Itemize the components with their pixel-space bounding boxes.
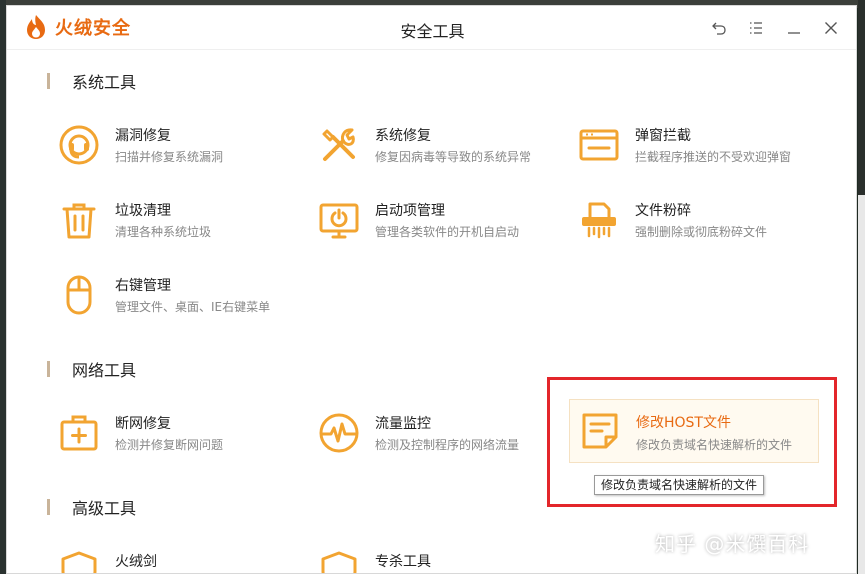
tool-description: 拦截程序推送的不受欢迎弹窗 [635,150,792,164]
tool-vulnerability-repair[interactable]: 漏洞修复 扫描并修复系统漏洞 [57,119,307,175]
minimize-button[interactable] [782,16,806,40]
first-aid-kit-icon [60,415,98,451]
tool-name: 流量监控 [375,416,431,432]
menu-button[interactable] [744,16,768,40]
security-tools-window: 火绒安全 安全工具 系统工具 漏洞修复 扫描并修复系统漏洞 系统修复 修复因病毒… [6,5,857,574]
tool-description: 检测并修复断网问题 [115,438,224,452]
back-button[interactable] [707,16,731,40]
tool-traffic-monitor[interactable]: 流量监控 检测及控制程序的网络流量 [317,407,567,463]
tool-modify-host-file[interactable]: 修改HOST文件 修改负责域名快速解析的文件 [569,399,819,463]
tool-name: 火绒剑 [115,554,157,570]
wrench-screwdriver-icon [322,128,355,161]
tooltip: 修改负责域名快速解析的文件 [594,475,765,495]
popup-window-icon [579,129,619,161]
tool-right-click-manage[interactable]: 右键管理 管理文件、桌面、IE右键菜单 [57,269,307,325]
tool-name: 系统修复 [375,128,431,144]
title-bar: 火绒安全 安全工具 [7,6,856,50]
tool-description: 管理文件、桌面、IE右键菜单 [115,300,271,314]
tool-junk-clean[interactable]: 垃圾清理 清理各种系统垃圾 [57,194,307,250]
tool-name: 垃圾清理 [115,203,171,219]
section-advanced-tools: 高级工具 [47,497,137,518]
tool-name: 修改HOST文件 [636,415,731,431]
minimize-icon [788,32,800,34]
back-arrow-icon [712,22,726,35]
note-edit-icon [582,413,618,449]
tool-special-kill[interactable]: 专杀工具 [317,545,567,573]
watermark-text: 知乎 @米馔百科 [655,532,810,556]
tool-name: 右键管理 [115,278,171,294]
tool-description: 检测及控制程序的网络流量 [375,438,520,452]
section-title: 系统工具 [72,73,137,92]
tool-system-repair[interactable]: 系统修复 修复因病毒等导致的系统异常 [317,119,567,175]
tools-content: 系统工具 漏洞修复 扫描并修复系统漏洞 系统修复 修复因病毒等导致的系统异常 弹… [7,51,856,573]
section-marker [47,499,50,515]
tool-name: 启动项管理 [375,203,445,219]
section-system-tools: 系统工具 [47,71,137,92]
tool-startup-manage[interactable]: 启动项管理 管理各类软件的开机自启动 [317,194,567,250]
shield-icon [321,551,357,573]
tool-description: 强制删除或彻底粉碎文件 [635,225,768,239]
menu-list-icon [750,22,762,34]
tool-description: 清理各种系统垃圾 [115,225,212,239]
tool-name: 断网修复 [115,416,171,432]
close-button[interactable] [819,16,843,40]
section-title: 网络工具 [72,361,137,380]
mouse-icon [66,275,92,315]
tool-description: 修改负责域名快速解析的文件 [636,438,793,452]
file-shredder-icon [582,202,616,239]
tool-popup-block[interactable]: 弹窗拦截 拦截程序推送的不受欢迎弹窗 [577,119,827,175]
tool-file-shred[interactable]: 文件粉碎 强制删除或彻底粉碎文件 [577,194,827,250]
trash-can-icon [62,203,96,239]
background-right-edge [858,0,865,574]
tool-network-repair[interactable]: 断网修复 检测并修复断网问题 [57,407,307,463]
tool-huorong-sword[interactable]: 火绒剑 [57,545,307,573]
pulse-gauge-icon [319,413,359,453]
tool-name: 弹窗拦截 [635,128,691,144]
section-marker [47,73,50,89]
tool-description: 管理各类软件的开机自启动 [375,225,520,239]
tool-description: 扫描并修复系统漏洞 [115,150,224,164]
vulnerability-repair-icon [59,125,99,165]
shield-icon [61,551,97,573]
section-title: 高级工具 [72,499,137,518]
tool-name: 漏洞修复 [115,128,171,144]
tool-name: 专杀工具 [375,554,431,570]
tool-name: 文件粉碎 [635,203,691,219]
startup-monitor-icon [319,203,359,239]
tool-description: 修复因病毒等导致的系统异常 [375,150,532,164]
close-icon [825,22,837,34]
section-network-tools: 网络工具 [47,359,137,380]
section-marker [47,361,50,377]
